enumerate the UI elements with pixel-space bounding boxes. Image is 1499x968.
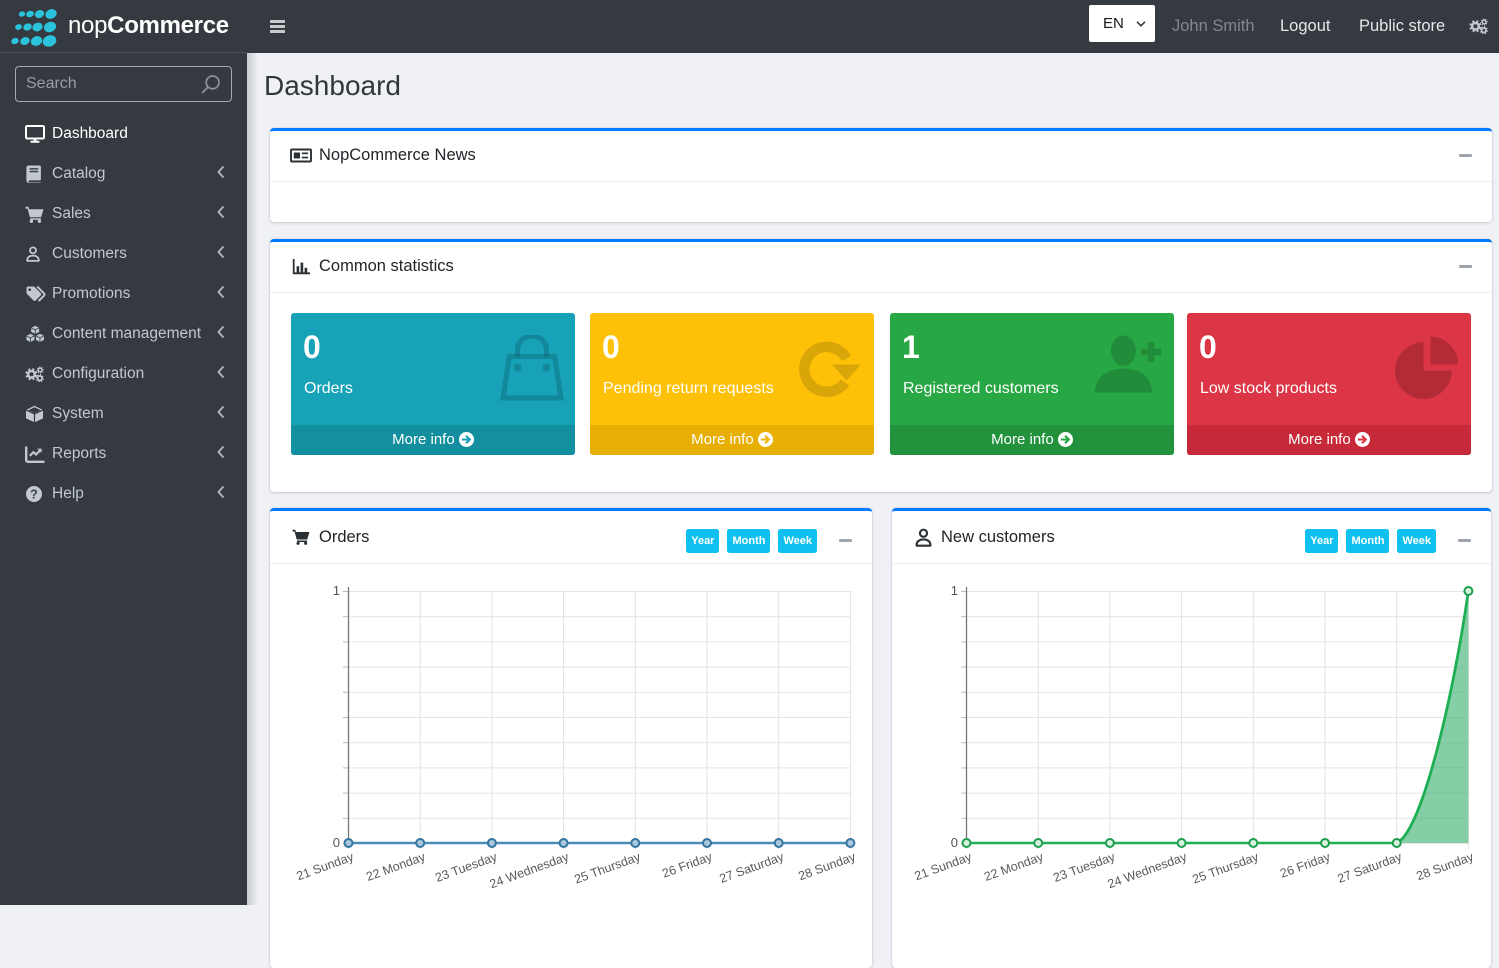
svg-text:26 Friday: 26 Friday — [660, 849, 714, 880]
svg-text:21 Sunday: 21 Sunday — [295, 849, 357, 883]
svg-text:21 Sunday: 21 Sunday — [913, 849, 975, 883]
svg-text:0: 0 — [333, 835, 340, 850]
svg-text:24 Wednesday: 24 Wednesday — [488, 849, 572, 891]
svg-text:0: 0 — [951, 835, 958, 850]
svg-text:27 Saturday: 27 Saturday — [718, 849, 787, 885]
svg-text:25 Thursday: 25 Thursday — [572, 849, 643, 886]
svg-text:24 Wednesday: 24 Wednesday — [1106, 849, 1190, 891]
svg-text:25 Thursday: 25 Thursday — [1190, 849, 1261, 886]
svg-text:?: ? — [30, 487, 38, 501]
svg-text:26 Friday: 26 Friday — [1278, 849, 1332, 880]
svg-text:22 Monday: 22 Monday — [982, 849, 1046, 884]
svg-text:27 Saturday: 27 Saturday — [1336, 849, 1405, 885]
svg-text:28 Sunday: 28 Sunday — [796, 849, 858, 883]
svg-text:1: 1 — [333, 583, 340, 598]
svg-text:28 Sunday: 28 Sunday — [1414, 849, 1476, 883]
svg-text:22 Monday: 22 Monday — [364, 849, 428, 884]
svg-text:1: 1 — [951, 583, 958, 598]
